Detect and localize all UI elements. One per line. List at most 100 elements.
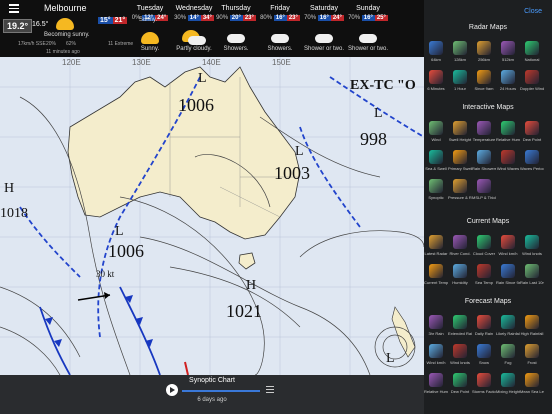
map-tile-icon[interactable] — [453, 179, 467, 193]
map-tile-icon[interactable] — [453, 150, 467, 164]
map-tile-label[interactable]: 6 Minutes — [424, 86, 448, 91]
map-tile-label[interactable]: Relative Humidity — [496, 137, 520, 142]
map-tile-label[interactable]: Dew Point — [520, 137, 544, 142]
forecast-day[interactable]: Wednesday 30% 14° 34° Partly cloudy. — [170, 0, 218, 57]
map-tile-label[interactable]: 128km — [448, 57, 472, 62]
map-tile-label[interactable]: Rain Last 10m — [520, 280, 544, 285]
map-tile-label[interactable]: 256km — [472, 57, 496, 62]
map-tile-label[interactable]: Wind knots — [448, 360, 472, 365]
map-tile-label[interactable]: Daily Rain — [472, 331, 496, 336]
map-tile-label[interactable]: Extended Rainfall — [448, 331, 472, 336]
map-tile-icon[interactable] — [501, 373, 515, 387]
forecast-day[interactable]: Saturday 70% 16° 24° Shower or two. — [300, 0, 348, 57]
map-tile-icon[interactable] — [453, 315, 467, 329]
list-icon[interactable] — [266, 386, 274, 394]
map-tile-icon[interactable] — [429, 41, 443, 55]
map-tile-icon[interactable] — [525, 235, 539, 249]
map-tile-label[interactable]: 512km — [496, 57, 520, 62]
map-tile-icon[interactable] — [429, 373, 443, 387]
map-tile-label[interactable]: Cloud Cover — [472, 251, 496, 256]
map-tile-label[interactable]: Primary Swell — [448, 166, 472, 171]
map-tile-icon[interactable] — [453, 70, 467, 84]
map-tile-label[interactable]: Since 9am — [472, 86, 496, 91]
map-tile-label[interactable]: Fog — [496, 360, 520, 365]
synoptic-map[interactable]: 120E 130E 140E 150E EX-TC "O L 1006 L 99… — [0, 57, 424, 375]
map-tile-label[interactable]: Synoptic — [424, 195, 448, 200]
map-tile-icon[interactable] — [501, 150, 515, 164]
map-tile-label[interactable]: Rain Showers — [472, 166, 496, 171]
map-tile-icon[interactable] — [525, 150, 539, 164]
map-tile-icon[interactable] — [501, 315, 515, 329]
map-tile-icon[interactable] — [525, 70, 539, 84]
map-tile-label[interactable]: Wind knots — [520, 251, 544, 256]
close-button[interactable]: Close — [524, 8, 542, 15]
forecast-day[interactable]: Sunday 70% 16° 25° Shower or two. — [344, 0, 392, 57]
map-tile-icon[interactable] — [477, 315, 491, 329]
map-tile-icon[interactable] — [429, 121, 443, 135]
map-tile-icon[interactable] — [501, 344, 515, 358]
map-tile-label[interactable]: Pressure & Rain — [448, 195, 472, 200]
map-tile-icon[interactable] — [453, 373, 467, 387]
map-tile-icon[interactable] — [453, 121, 467, 135]
map-tile-label[interactable]: High Rainfall — [520, 331, 544, 336]
map-tile-label[interactable]: Sea Temp — [472, 280, 496, 285]
map-tile-label[interactable]: Wind Waves — [496, 166, 520, 171]
play-button[interactable] — [166, 384, 178, 396]
map-tile-label[interactable]: Latest Radar — [424, 251, 448, 256]
map-tile-label[interactable]: 1 Hour — [448, 86, 472, 91]
map-tile-icon[interactable] — [453, 41, 467, 55]
map-tile-label[interactable]: 3hr Rain — [424, 331, 448, 336]
map-tile-label[interactable]: Doppler Wind — [520, 86, 544, 91]
map-tile-icon[interactable] — [525, 373, 539, 387]
map-tile-icon[interactable] — [477, 70, 491, 84]
timeline-slider[interactable] — [182, 390, 260, 392]
map-tile-label[interactable]: Likely Rainfall — [496, 331, 520, 336]
map-tile-icon[interactable] — [429, 179, 443, 193]
map-tile-icon[interactable] — [501, 121, 515, 135]
map-tile-icon[interactable] — [525, 264, 539, 278]
map-tile-icon[interactable] — [525, 315, 539, 329]
map-tile-icon[interactable] — [477, 373, 491, 387]
forecast-day[interactable]: Tuesday 0% 12° 24° Sunny. — [126, 0, 174, 57]
map-tile-icon[interactable] — [453, 235, 467, 249]
map-tile-label[interactable]: Waves Period — [520, 166, 544, 171]
map-tile-icon[interactable] — [501, 41, 515, 55]
map-tile-label[interactable]: National — [520, 57, 544, 62]
map-tile-label[interactable]: Humidity — [448, 280, 472, 285]
map-tile-icon[interactable] — [525, 121, 539, 135]
map-tile-icon[interactable] — [453, 264, 467, 278]
map-tile-icon[interactable] — [429, 315, 443, 329]
map-tile-label[interactable]: Mean Sea Level — [520, 389, 544, 394]
menu-icon[interactable] — [9, 4, 19, 13]
map-tile-label[interactable]: Temperature — [472, 137, 496, 142]
map-tile-icon[interactable] — [477, 121, 491, 135]
map-tile-label[interactable]: Snow — [472, 360, 496, 365]
map-tile-label[interactable]: Mixing Height — [496, 389, 520, 394]
city-name[interactable]: Melbourne — [44, 3, 87, 13]
map-tile-icon[interactable] — [429, 344, 443, 358]
map-tile-icon[interactable] — [453, 344, 467, 358]
map-tile-icon[interactable] — [429, 70, 443, 84]
map-tile-icon[interactable] — [477, 150, 491, 164]
map-tile-label[interactable]: Dew Point — [448, 389, 472, 394]
map-tile-icon[interactable] — [477, 344, 491, 358]
map-tile-label[interactable]: 64km — [424, 57, 448, 62]
map-tile-icon[interactable] — [501, 264, 515, 278]
map-tile-icon[interactable] — [477, 235, 491, 249]
map-tile-icon[interactable] — [477, 264, 491, 278]
map-tile-label[interactable]: Frost — [520, 360, 544, 365]
map-tile-label[interactable]: Storms Factor — [472, 389, 496, 394]
map-tile-label[interactable]: Sea & Swell — [424, 166, 448, 171]
map-tile-icon[interactable] — [525, 344, 539, 358]
map-tile-icon[interactable] — [501, 70, 515, 84]
forecast-day[interactable]: Thursday 90% 20° 23° Showers. — [212, 0, 260, 57]
map-tile-label[interactable]: Wind — [424, 137, 448, 142]
map-tile-label[interactable]: 24 Hours — [496, 86, 520, 91]
map-tile-label[interactable]: Relative Hum. — [424, 389, 448, 394]
map-tile-icon[interactable] — [429, 150, 443, 164]
map-tile-label[interactable]: Swell Height — [448, 137, 472, 142]
map-tile-label[interactable]: Wind km/h — [496, 251, 520, 256]
map-tile-icon[interactable] — [525, 41, 539, 55]
map-tile-label[interactable]: Current Temp. — [424, 280, 448, 285]
map-tile-icon[interactable] — [429, 235, 443, 249]
